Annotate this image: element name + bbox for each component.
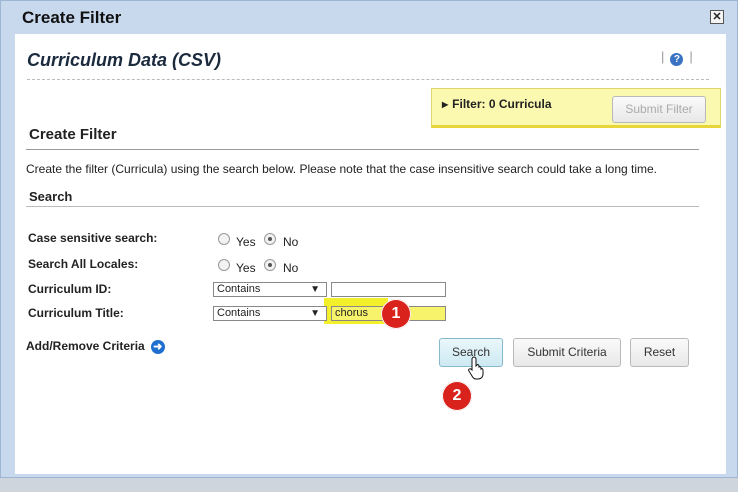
curriculum-id-operator-select[interactable]: Contains ▼ [213,282,327,297]
page-title: Curriculum Data (CSV) [27,50,222,70]
all-locales-yes-radio[interactable] [218,259,230,271]
create-filter-heading: Create Filter [29,126,117,143]
dropdown-arrow-icon: ▼ [310,284,320,295]
step-2-badge: 2 [442,381,472,411]
curriculum-id-label: Curriculum ID: [28,282,112,296]
title-divider [27,79,709,80]
arrow-right-circle-icon: ➜ [150,340,165,354]
curriculum-id-input[interactable] [331,282,446,297]
reset-button[interactable]: Reset [630,338,689,367]
close-icon[interactable]: ✕ [710,10,724,24]
section-divider [26,149,699,150]
search-divider [26,206,699,207]
filter-count-label: Filter: 0 Curricula [452,97,552,111]
submit-filter-button[interactable]: Submit Filter [612,96,706,123]
filter-toggle[interactable]: ▶ Filter: 0 Curricula [442,97,552,111]
all-locales-no-radio[interactable] [264,259,276,271]
search-heading: Search [29,189,73,204]
background-page-bottom [0,476,738,492]
curriculum-title-label: Curriculum Title: [28,306,124,320]
dialog-title: Create Filter [22,8,122,27]
add-remove-criteria-link[interactable]: Add/Remove Criteria ➜ [26,339,165,354]
filter-summary-box: ▶ Filter: 0 Curricula Submit Filter [431,88,721,128]
curriculum-id-operator-value: Contains [217,283,261,295]
add-remove-criteria-label: Add/Remove Criteria [26,339,145,353]
triangle-right-icon: ▶ [442,100,449,109]
help-icon[interactable]: ? [670,53,684,66]
curriculum-title-operator-value: Contains [217,307,261,319]
case-sensitive-yes-label: Yes [236,235,256,249]
all-locales-yes-label: Yes [236,261,256,275]
case-sensitive-yes-radio[interactable] [218,233,230,245]
dialog-titlebar: Create Filter ✕ [1,1,737,34]
case-sensitive-label: Case sensitive search: [28,231,158,245]
create-filter-description: Create the filter (Curricula) using the … [26,162,658,176]
dropdown-arrow-icon: ▼ [310,308,320,319]
case-sensitive-no-radio[interactable] [264,233,276,245]
curriculum-title-operator-select[interactable]: Contains ▼ [213,306,327,321]
help-area: |? | [661,49,693,66]
all-locales-no-label: No [283,261,299,275]
create-filter-dialog: Create Filter ✕ Curriculum Data (CSV) |?… [0,0,738,478]
submit-criteria-button[interactable]: Submit Criteria [513,338,621,367]
hand-pointer-icon [468,356,484,380]
all-locales-label: Search All Locales: [28,257,139,271]
step-1-badge: 1 [381,299,411,329]
dialog-content: Curriculum Data (CSV) |? | ▶ Filter: 0 Cur… [15,34,726,474]
case-sensitive-no-label: No [283,235,299,249]
